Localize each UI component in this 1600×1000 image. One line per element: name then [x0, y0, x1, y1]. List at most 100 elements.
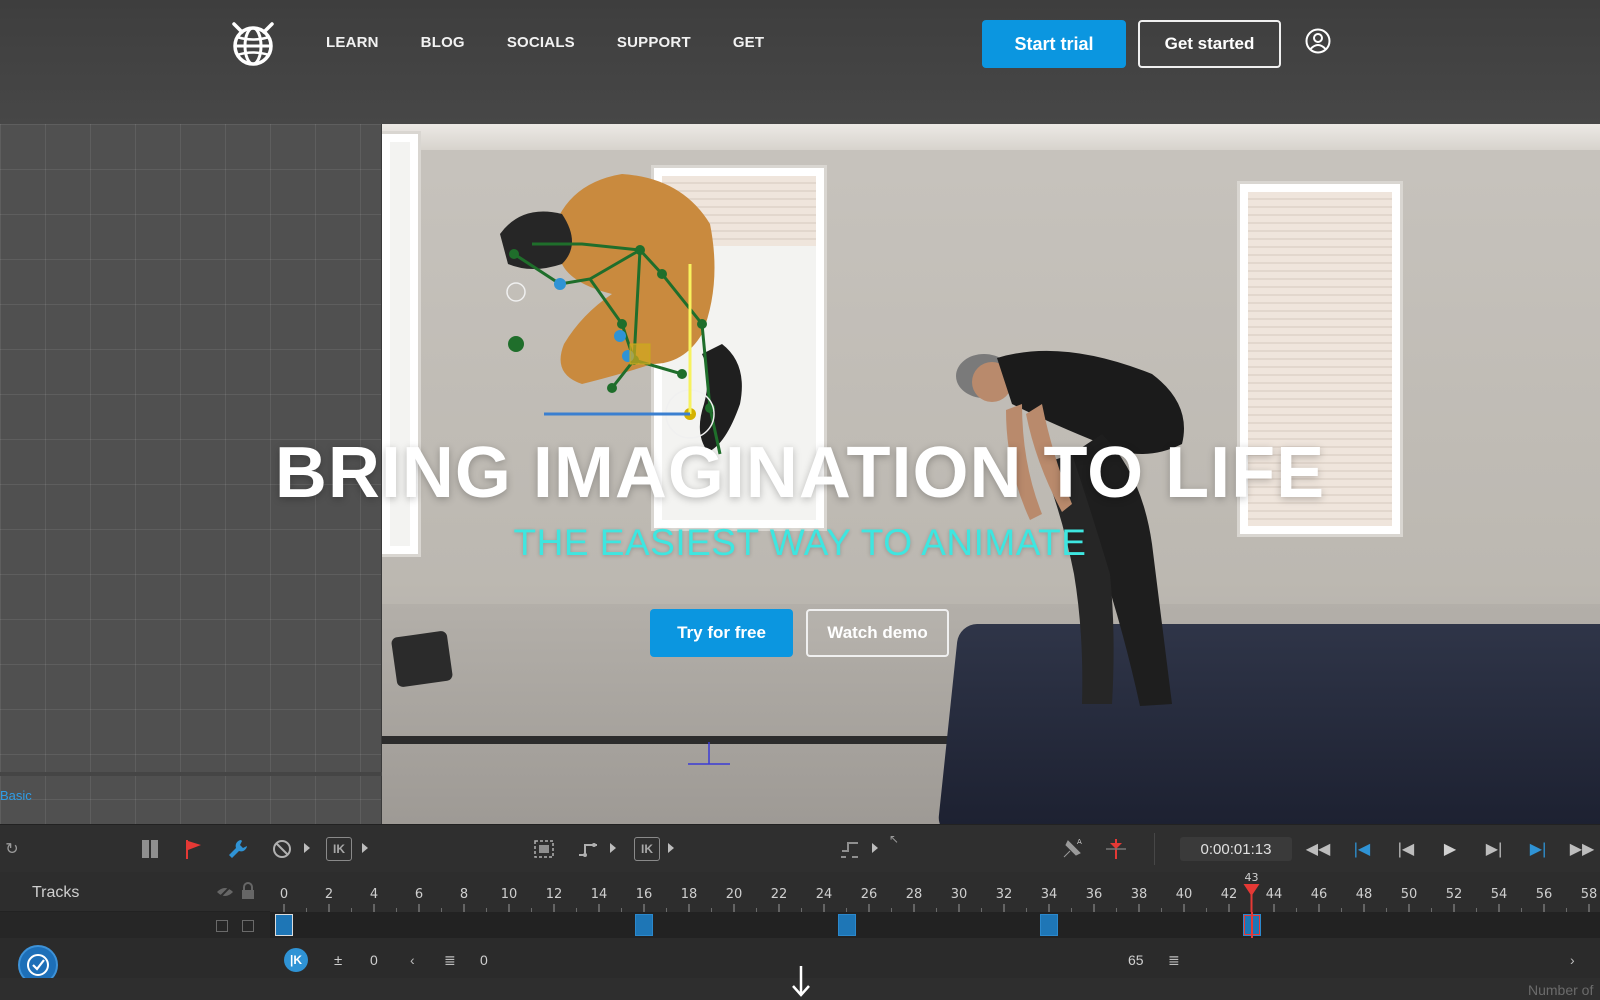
ruler-tick-label: 54 — [1491, 887, 1508, 902]
next-frame-icon[interactable]: ▶| — [1482, 837, 1506, 861]
previous-frame-icon[interactable]: |◀ — [1394, 837, 1418, 861]
keyframe-lane[interactable] — [270, 912, 1600, 938]
track-lock-checkbox[interactable] — [242, 920, 254, 932]
svg-text:A: A — [1077, 838, 1082, 846]
tracks-label: Tracks — [32, 884, 80, 901]
rewind-icon[interactable]: ◀◀ — [1306, 837, 1331, 861]
ruler-tick-label: 30 — [951, 887, 968, 902]
frame-select-icon[interactable] — [532, 837, 556, 861]
ruler-tick-label: 50 — [1401, 887, 1418, 902]
current-frame-label: 43 — [1245, 872, 1259, 884]
ruler-tick-label: 0 — [280, 887, 288, 902]
go-to-start-icon[interactable]: |◀ — [1350, 837, 1374, 861]
nav-learn[interactable]: LEARN — [326, 34, 379, 51]
ruler-tick-label: 2 — [325, 887, 333, 902]
app-page: LEARN BLOG SOCIALS SUPPORT GET Start tri… — [0, 0, 1600, 1000]
end-frame-field[interactable]: 65 — [1128, 949, 1144, 971]
list-icon[interactable]: ≣ — [444, 949, 456, 971]
dropdown-arrow-icon[interactable] — [304, 843, 310, 853]
user-circle-icon[interactable] — [1305, 28, 1331, 54]
rigged-character-overlay — [500, 174, 742, 455]
ruler-tick-label: 8 — [460, 887, 468, 902]
nav-socials[interactable]: SOCIALS — [507, 34, 575, 51]
ruler-tick-label: 4 — [370, 887, 378, 902]
ruler-tick-label: 36 — [1086, 887, 1103, 902]
play-icon[interactable]: ▶ — [1438, 837, 1462, 861]
toolbar-separator — [1154, 833, 1155, 865]
try-for-free-button[interactable]: Try for free — [650, 609, 793, 657]
refresh-icon[interactable]: ↻ — [0, 837, 24, 861]
baseboard — [382, 736, 982, 744]
ruler-tick-label: 16 — [636, 887, 653, 902]
ruler-tick-label: 20 — [726, 887, 743, 902]
get-started-button[interactable]: Get started — [1138, 20, 1281, 68]
lock-icon[interactable] — [240, 882, 256, 900]
ruler-tick-label: 56 — [1536, 887, 1553, 902]
ruler-tick-label: 14 — [591, 887, 608, 902]
dropdown-arrow-icon[interactable] — [668, 843, 674, 853]
cat-globe-logo-icon[interactable] — [228, 20, 278, 68]
ruler-tick-label: 58 — [1581, 887, 1598, 902]
site-header: LEARN BLOG SOCIALS SUPPORT GET Start tri… — [0, 0, 1600, 124]
ruler-tick-label: 46 — [1311, 887, 1328, 902]
disable-icon[interactable] — [270, 837, 294, 861]
nav-get[interactable]: GET — [733, 34, 764, 51]
ruler-tick-label: 34 — [1041, 887, 1058, 902]
keyframe-marker[interactable] — [1040, 914, 1058, 936]
go-to-end-icon[interactable]: ▶| — [1526, 837, 1550, 861]
list-icon[interactable]: ≣ — [1168, 949, 1180, 971]
keyframe-marker[interactable] — [837, 914, 856, 936]
hero-subtitle: THE EASIEST WAY TO ANIMATE — [513, 522, 1087, 563]
chevron-left-icon[interactable]: ‹ — [410, 949, 415, 971]
step-curve-icon[interactable] — [576, 837, 600, 861]
playhead-marker-icon[interactable] — [1104, 837, 1128, 861]
panel-basic-label[interactable]: Basic — [0, 788, 32, 803]
dropdown-arrow-icon[interactable] — [610, 843, 616, 853]
jumping-person-figure — [956, 350, 1184, 706]
ruler-tick-label: 6 — [415, 887, 423, 902]
keyframe-marker[interactable] — [275, 914, 293, 936]
chevron-right-icon[interactable]: › — [1570, 949, 1575, 971]
split-bar-icon[interactable] — [138, 837, 162, 861]
frame-ruler[interactable]: 0 2 4 6 8 10 12 14 16 18 20 22 24 26 28 30 32 34 36 38 40 42 4… — [270, 872, 1600, 912]
corner-arrow-icon[interactable]: ↖ — [882, 827, 906, 851]
dropdown-arrow-icon[interactable] — [872, 843, 878, 853]
start-frame-field[interactable]: 0 — [370, 949, 378, 971]
dropdown-arrow-icon[interactable] — [362, 843, 368, 853]
ruler-tick-label: 44 — [1266, 887, 1283, 902]
ruler-tick-label: 52 — [1446, 887, 1463, 902]
ruler-tick-label: 12 — [546, 887, 563, 902]
panel-divider — [0, 772, 382, 776]
ruler-tick-label: 24 — [816, 887, 833, 902]
scroll-down-arrow-icon[interactable] — [790, 964, 812, 998]
tracks-header: Tracks — [0, 872, 270, 912]
go-to-key-icon[interactable]: |K — [284, 948, 308, 972]
keyframe-marker[interactable] — [635, 914, 653, 936]
ruler-tick-label: 38 — [1131, 887, 1148, 902]
nav-support[interactable]: SUPPORT — [617, 34, 691, 51]
eye-hidden-icon[interactable] — [216, 884, 234, 900]
ruler-tick-label: 18 — [681, 887, 698, 902]
start-trial-button[interactable]: Start trial — [982, 20, 1126, 68]
mid-frame-field[interactable]: 0 — [480, 949, 488, 971]
timecode-display[interactable]: 0:00:01:13 — [1180, 837, 1292, 861]
ruler-tick-label: 48 — [1356, 887, 1373, 902]
ruler-tick-label: 42 — [1221, 887, 1238, 902]
track-visibility-checkbox[interactable] — [216, 920, 228, 932]
red-flag-icon[interactable] — [182, 837, 206, 861]
plus-minus-icon[interactable]: ± — [334, 949, 342, 971]
fast-forward-icon[interactable]: ▶▶ — [1570, 837, 1595, 861]
status-text: Number of — [1528, 982, 1594, 998]
hero-title: BRING IMAGINATION TO LIFE — [274, 433, 1326, 513]
ik-button-2[interactable]: IK — [634, 837, 660, 861]
auto-pin-icon[interactable]: A — [1060, 837, 1084, 861]
speaker — [390, 630, 454, 688]
ik-button-1[interactable]: IK — [326, 837, 352, 861]
nav-blog[interactable]: BLOG — [421, 34, 465, 51]
ruler-tick-label: 28 — [906, 887, 923, 902]
wrench-icon[interactable] — [226, 837, 250, 861]
bone-link-icon[interactable] — [838, 837, 862, 861]
ruler-tick-label: 22 — [771, 887, 788, 902]
watch-demo-button[interactable]: Watch demo — [806, 609, 949, 657]
ruler-tick-label: 10 — [501, 887, 518, 902]
